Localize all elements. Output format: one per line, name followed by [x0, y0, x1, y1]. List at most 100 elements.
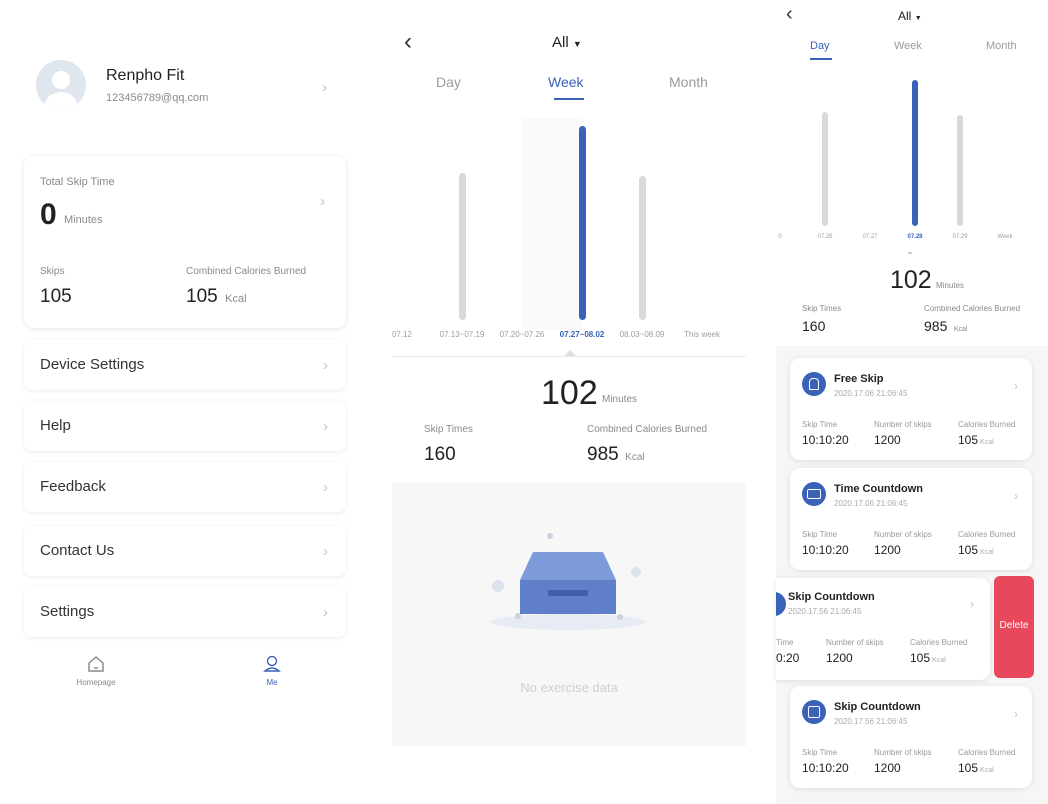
record-card-swiped[interactable]: Skip Countdown 2020.17.56 21:06:45 › Tim… — [776, 578, 990, 680]
record-calories-label: Calories Burned — [910, 638, 968, 647]
menu-feedback[interactable]: Feedback › — [24, 462, 346, 512]
chevron-right-icon: › — [323, 357, 328, 374]
delete-button[interactable]: Delete — [994, 576, 1034, 678]
record-time-value: 10:10:20 — [802, 433, 849, 447]
record-calories-number: 105 — [958, 433, 979, 447]
chart-tick-label[interactable]: 07.12 — [372, 330, 432, 339]
profile-name: Renpho Fit — [106, 67, 185, 84]
record-time-countdown-icon — [802, 482, 826, 506]
record-date: 2020.17.56 21:06:45 — [834, 717, 908, 726]
chart-bar-3[interactable] — [912, 80, 918, 226]
record-count-value: 1200 — [874, 761, 901, 775]
chart-divider — [392, 356, 746, 357]
skips-label: Skips — [40, 266, 65, 277]
chart-bar-4[interactable] — [638, 176, 646, 320]
record-calories-value: 105 Kcal — [958, 433, 994, 447]
calories-label: Combined Calories Burned — [924, 304, 1021, 313]
tab-month[interactable]: Month — [986, 40, 1017, 52]
record-icon-glyph — [808, 706, 820, 718]
chart-tick-label[interactable]: 07.27 — [848, 234, 893, 240]
calories-value: 985 Kcal — [587, 444, 645, 466]
skips-value: 105 — [40, 286, 72, 307]
record-card[interactable]: Free Skip 2020.17.06 21:06:45 › Skip Tim… — [790, 358, 1032, 460]
home-icon — [88, 656, 104, 672]
week-screen: ‹ All ▼ Day Week Month 07.12 07.13~07.19 0… — [392, 0, 746, 804]
chevron-right-icon: › — [1014, 707, 1018, 721]
empty-tray-icon — [490, 533, 646, 630]
tab-day[interactable]: Day — [810, 40, 830, 52]
chart-tick-label[interactable]: 08.03~08.09 — [612, 330, 672, 339]
chart-tick-label[interactable]: 07.13~07.19 — [432, 330, 492, 339]
filter-dropdown[interactable]: All ▼ — [552, 34, 582, 51]
record-card[interactable]: Skip Countdown 2020.17.56 21:06:45 › Ski… — [790, 686, 1032, 788]
back-arrow-icon[interactable]: ‹ — [404, 30, 412, 54]
record-title: Free Skip — [834, 373, 884, 385]
empty-state-panel: No exercise data — [392, 482, 746, 746]
tab-week[interactable]: Week — [894, 40, 922, 52]
record-title: Time Countdown — [834, 483, 924, 495]
nav-me[interactable]: Me — [242, 654, 302, 694]
profile-row[interactable]: Renpho Fit 123456789@qq.com › — [24, 56, 346, 116]
record-time-value: 10:10:20 — [802, 761, 849, 775]
chevron-right-icon: › — [323, 479, 328, 496]
tab-week[interactable]: Week — [548, 74, 584, 90]
calories-number: 985 — [924, 318, 948, 334]
chevron-right-icon: › — [323, 418, 328, 435]
chart-bar-4[interactable] — [957, 115, 963, 226]
record-date: 2020.17.06 21:06:45 — [834, 499, 908, 508]
skip-times-value: 160 — [802, 318, 826, 334]
chevron-right-icon: › — [1014, 379, 1018, 393]
back-arrow-icon[interactable]: ‹ — [786, 4, 793, 24]
tab-label: Day — [436, 74, 461, 90]
chart-bars: 07.12 07.13~07.19 07.20~07.26 07.27~08.02 08… — [392, 112, 746, 348]
record-count-label: Number of skips — [874, 530, 932, 539]
menu-device-settings[interactable]: Device Settings › — [24, 340, 346, 390]
chart-tick-label[interactable]: This week — [672, 330, 732, 339]
profile-email: 123456789@qq.com — [106, 92, 209, 104]
filter-dropdown[interactable]: All ▼ — [898, 9, 922, 23]
record-count-value: 1200 — [874, 543, 901, 557]
record-time-label: Time — [776, 638, 794, 647]
chart-tick-label[interactable]: 07.20~07.26 — [492, 330, 552, 339]
minutes-unit: Minutes — [602, 394, 638, 405]
record-calories-value: 105 Kcal — [958, 543, 994, 557]
chevron-right-icon: › — [323, 543, 328, 560]
person-icon — [263, 655, 281, 672]
record-time-value: 10:10:20 — [802, 543, 849, 557]
record-card[interactable]: Time Countdown 2020.17.06 21:06:45 › Ski… — [790, 468, 1032, 570]
record-calories-label: Calories Burned — [958, 420, 1016, 429]
chart-bar-3[interactable] — [578, 126, 586, 320]
chevron-right-icon: › — [323, 604, 328, 621]
chevron-right-icon: › — [1014, 489, 1018, 503]
day-screen: ‹ All ▼ Day Week Month 0 07.26 07.27 07.28 0… — [776, 0, 1048, 804]
chart-tick-label[interactable]: 0 — [758, 234, 803, 240]
record-skip-countdown-icon — [776, 592, 786, 616]
record-calories-number: 105 — [958, 761, 979, 775]
tab-label: Week — [894, 40, 922, 52]
chart-bar-1[interactable] — [458, 172, 466, 320]
chart-tick-label[interactable]: 07.28 — [893, 234, 938, 240]
chevron-right-icon: › — [322, 79, 327, 96]
tab-day[interactable]: Day — [436, 74, 461, 90]
filter-label: All — [898, 9, 912, 23]
skip-summary-card[interactable]: Total Skip Time 0 Minutes › Skips 105 Co… — [24, 156, 346, 328]
empty-state-text: No exercise data — [520, 680, 618, 695]
record-date: 2020.17.06 21:06:45 — [834, 389, 908, 398]
calories-value: 105 Kcal — [186, 286, 247, 308]
record-count-value: 1200 — [874, 433, 901, 447]
chart-bar-1[interactable] — [822, 112, 828, 226]
menu-settings[interactable]: Settings › — [24, 587, 346, 637]
chart-tick-label[interactable]: Week — [983, 234, 1028, 240]
menu-help[interactable]: Help › — [24, 401, 346, 451]
record-time-label: Skip Time — [802, 530, 838, 539]
nav-homepage[interactable]: Homepage — [66, 654, 126, 694]
tab-label: Day — [810, 40, 830, 52]
menu-contact-us[interactable]: Contact Us › — [24, 526, 346, 576]
tab-month[interactable]: Month — [669, 74, 708, 90]
calories-value: 985 Kcal — [924, 318, 967, 336]
skip-times-value: 160 — [424, 444, 456, 465]
chart-tick-label[interactable]: 07.27~08.02 — [552, 330, 612, 339]
chart-tick-label[interactable]: 07.26 — [803, 234, 848, 240]
record-time-label: Skip Time — [802, 420, 838, 429]
chart-tick-label[interactable]: 07.29 — [938, 234, 983, 240]
